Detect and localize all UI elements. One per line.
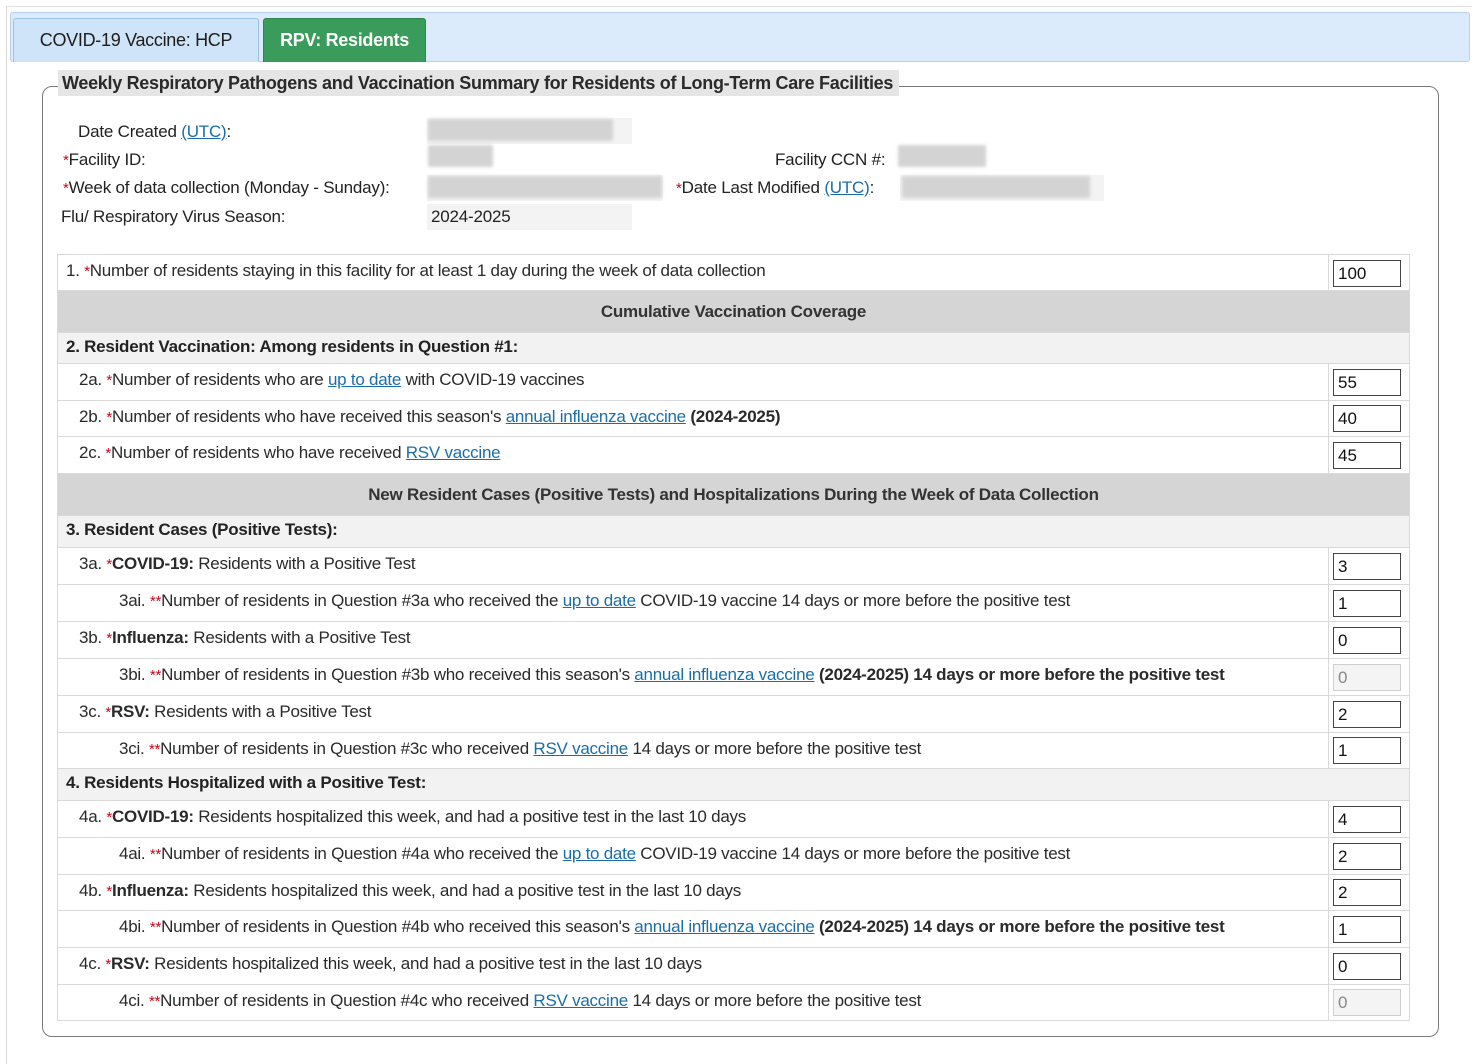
utc-link[interactable]: (UTC) bbox=[824, 178, 869, 197]
q3ci-input[interactable] bbox=[1333, 737, 1401, 764]
q2b-input[interactable] bbox=[1333, 405, 1401, 432]
rsv-vaccine-link[interactable]: RSV vaccine bbox=[406, 443, 501, 462]
q1-input[interactable] bbox=[1333, 260, 1401, 287]
question-row-4ai: 4ai. **Number of residents in Question #… bbox=[57, 838, 1410, 875]
question-row-4b: 4b. *Influenza: Residents hospitalized t… bbox=[57, 875, 1410, 911]
q4c-input[interactable] bbox=[1333, 953, 1401, 980]
q3ai-input[interactable] bbox=[1333, 590, 1401, 617]
section-header-vaccination: Cumulative Vaccination Coverage bbox=[57, 291, 1410, 333]
utc-link[interactable]: (UTC) bbox=[181, 122, 226, 141]
tab-covid-vaccine-hcp[interactable]: COVID-19 Vaccine: HCP bbox=[13, 18, 259, 62]
date-created-value-redacted bbox=[428, 119, 613, 141]
facility-ccn-value-redacted bbox=[898, 145, 986, 167]
q4b-input[interactable] bbox=[1333, 879, 1401, 906]
q4a-input[interactable] bbox=[1333, 806, 1401, 833]
q4bi-input[interactable] bbox=[1333, 916, 1401, 943]
q3c-input[interactable] bbox=[1333, 701, 1401, 728]
question-group-4: 4. Residents Hospitalized with a Positiv… bbox=[57, 769, 1410, 801]
question-row-3c: 3c. *RSV: Residents with a Positive Test bbox=[57, 696, 1410, 733]
question-row-4bi: 4bi. **Number of residents in Question #… bbox=[57, 911, 1410, 948]
rsv-vaccine-link[interactable]: RSV vaccine bbox=[533, 991, 628, 1010]
tab-rpv-residents[interactable]: RPV: Residents bbox=[263, 18, 426, 62]
q2a-input[interactable] bbox=[1333, 369, 1401, 396]
q4ci-input[interactable] bbox=[1333, 989, 1401, 1016]
question-row-3a: 3a. *COVID-19: Residents with a Positive… bbox=[57, 548, 1410, 585]
question-group-2: 2. Resident Vaccination: Among residents… bbox=[57, 333, 1410, 364]
question-row-3b: 3b. *Influenza: Residents with a Positiv… bbox=[57, 622, 1410, 659]
q4ai-input[interactable] bbox=[1333, 843, 1401, 870]
question-1-text: Number of residents staying in this faci… bbox=[89, 261, 766, 280]
q3a-input[interactable] bbox=[1333, 553, 1401, 580]
rsv-vaccine-link[interactable]: RSV vaccine bbox=[533, 739, 628, 758]
question-row-4ci: 4ci. **Number of residents in Question #… bbox=[57, 985, 1410, 1021]
season-value: 2024-2025 bbox=[431, 207, 511, 226]
tab-bar: COVID-19 Vaccine: HCP RPV: Residents bbox=[10, 12, 1470, 62]
q3bi-input[interactable] bbox=[1333, 664, 1401, 691]
facility-id-label: *Facility ID: bbox=[63, 150, 146, 169]
question-row-3ci: 3ci. **Number of residents in Question #… bbox=[57, 733, 1410, 769]
questions-table: 1. *Number of residents staying in this … bbox=[57, 254, 1410, 1021]
question-row-4c: 4c. *RSV: Residents hospitalized this we… bbox=[57, 948, 1410, 985]
q2c-input[interactable] bbox=[1333, 442, 1401, 469]
date-modified-value-redacted bbox=[902, 176, 1090, 198]
question-group-3: 3. Resident Cases (Positive Tests): bbox=[57, 516, 1410, 548]
section-header-cases: New Resident Cases (Positive Tests) and … bbox=[57, 474, 1410, 516]
question-row-3bi: 3bi. **Number of residents in Question #… bbox=[57, 659, 1410, 696]
week-label: *Week of data collection (Monday - Sunda… bbox=[63, 178, 390, 197]
facility-id-value-redacted bbox=[428, 145, 493, 167]
date-created-label: Date Created (UTC): bbox=[78, 122, 232, 141]
annual-influenza-vaccine-link[interactable]: annual influenza vaccine bbox=[634, 665, 814, 684]
form-legend: Weekly Respiratory Pathogens and Vaccina… bbox=[58, 70, 900, 96]
question-row-2b: 2b. *Number of residents who have receiv… bbox=[57, 401, 1410, 437]
question-row-3ai: 3ai. **Number of residents in Question #… bbox=[57, 585, 1410, 622]
up-to-date-link[interactable]: up to date bbox=[328, 370, 401, 389]
season-label: Flu/ Respiratory Virus Season: bbox=[61, 207, 286, 226]
question-row-1: 1. *Number of residents staying in this … bbox=[57, 254, 1410, 291]
q3b-input[interactable] bbox=[1333, 627, 1401, 654]
question-row-2c: 2c. *Number of residents who have receiv… bbox=[57, 437, 1410, 474]
annual-influenza-vaccine-link[interactable]: annual influenza vaccine bbox=[634, 917, 814, 936]
annual-influenza-vaccine-link[interactable]: annual influenza vaccine bbox=[506, 407, 686, 426]
date-modified-label: *Date Last Modified (UTC): bbox=[676, 178, 875, 197]
question-row-4a: 4a. *COVID-19: Residents hospitalized th… bbox=[57, 801, 1410, 838]
facility-ccn-label: Facility CCN #: bbox=[775, 150, 886, 169]
week-value-redacted bbox=[428, 176, 662, 198]
question-row-2a: 2a. *Number of residents who are up to d… bbox=[57, 364, 1410, 401]
up-to-date-link[interactable]: up to date bbox=[563, 591, 636, 610]
up-to-date-link[interactable]: up to date bbox=[563, 844, 636, 863]
